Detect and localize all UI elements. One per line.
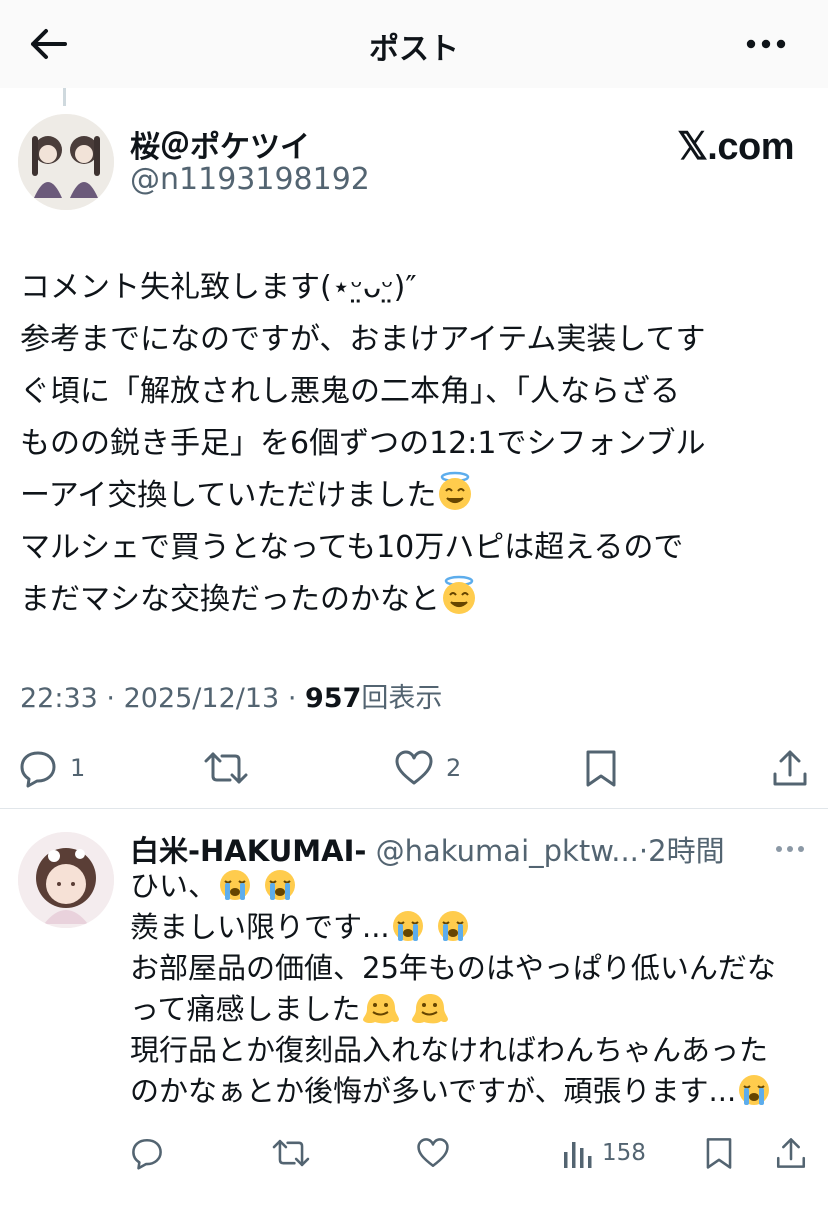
- reply-like-button[interactable]: [416, 1130, 450, 1176]
- reply-views-button[interactable]: 158: [562, 1130, 646, 1176]
- post-text-line: 参考までになのですが、おまけアイテム実装してす: [20, 322, 706, 357]
- reply-share-button[interactable]: [774, 1130, 808, 1176]
- like-count: 2: [446, 754, 462, 782]
- bar-chart-icon: [564, 1142, 592, 1168]
- reply-text-line: ひい、: [130, 869, 218, 903]
- comment-icon: [20, 751, 56, 788]
- post-text-line-wrap: まだマシな交換だったのかなと: [20, 574, 810, 626]
- reply-text-line: のかなぁとか後悔が多いですが、頑張ります...: [130, 1074, 737, 1108]
- post-text-line: マルシェで買うとなっても10万ハピは超えるので: [20, 530, 684, 565]
- reply-reply-button[interactable]: [130, 1130, 164, 1176]
- heart-icon: [395, 750, 433, 785]
- post-text: コメント失礼致します(⋆ᵕ̤ᴗᵕ̤)″ 参考までになのですが、おまけアイテム実装…: [20, 262, 810, 626]
- share-icon: [776, 1138, 806, 1168]
- views-count: 957: [305, 683, 362, 714]
- top-bar: ポスト: [0, 0, 828, 88]
- reply-author-avatar[interactable]: [18, 832, 114, 928]
- views-label: 回表示: [361, 683, 443, 714]
- author-name[interactable]: 桜＠ポケツイ: [130, 122, 310, 166]
- x-brand-logo: 𝕏.com: [677, 126, 794, 168]
- reply-text: ひい、 羨ましい限りです... お部屋品の価値、25年ものはやっぱり低いんだな …: [130, 866, 810, 1112]
- bookmark-icon: [586, 750, 616, 787]
- comment-icon: [132, 1138, 162, 1170]
- post-text-line-wrap: ーアイ交換していただけました: [20, 470, 810, 522]
- heart-icon: [417, 1138, 449, 1168]
- reply-bookmark-button[interactable]: [704, 1130, 734, 1176]
- repost-icon: [204, 752, 248, 784]
- loudly-crying-face-emoji: [220, 870, 251, 900]
- post-text-line: まだマシな交換だったのかなと: [20, 582, 440, 617]
- post-actions: 1 2: [0, 742, 828, 794]
- bookmark-icon: [706, 1138, 732, 1169]
- loudly-crying-face-emoji: [437, 911, 468, 941]
- share-button[interactable]: [770, 742, 810, 794]
- bookmark-button[interactable]: [584, 742, 618, 794]
- post-text-line: コメント失礼致します(⋆ᵕ̤ᴗᵕ̤)″: [20, 270, 417, 305]
- loudly-crying-face-emoji: [392, 911, 423, 941]
- reply-text-line: 羨ましい限りです...: [130, 910, 390, 944]
- reply-repost-button[interactable]: [272, 1130, 310, 1176]
- reply-text-line: お部屋品の価値、25年ものはやっぱり低いんだな: [130, 951, 776, 985]
- post-date[interactable]: 2025/12/13: [124, 683, 280, 714]
- melting-face-emoji: [411, 994, 448, 1024]
- meta-separator: ·: [287, 683, 297, 714]
- post-time[interactable]: 22:33: [20, 683, 98, 714]
- reply-button[interactable]: 1: [18, 742, 85, 794]
- thread-connector-line: [63, 88, 66, 106]
- loudly-crying-face-emoji: [265, 870, 296, 900]
- share-icon: [773, 750, 807, 786]
- post-text-line: ものの鋭き手足」を6個ずつの12:1でシフォンブル: [20, 426, 706, 461]
- more-horizontal-icon: [776, 846, 804, 852]
- reply-text-line-wrap: 羨ましい限りです...: [130, 907, 810, 948]
- repost-button[interactable]: [204, 742, 248, 794]
- reply-more-button[interactable]: [772, 834, 808, 864]
- reply-text-line-wrap: ひい、: [130, 866, 810, 907]
- reply-count: 1: [70, 754, 86, 782]
- post-text-line: ぐ頃に「解放されし悪鬼の二本角」、「人ならざる: [20, 374, 680, 409]
- meta-separator: ·: [638, 834, 649, 868]
- author-handle[interactable]: @n1193198192: [130, 162, 370, 197]
- reply-actions: 158: [0, 1130, 828, 1176]
- reply-header: 白米-HAKUMAI- @hakumai_pktw...·2時間: [130, 828, 750, 870]
- melting-face-emoji: [362, 994, 399, 1024]
- more-horizontal-icon: [746, 39, 786, 49]
- reply-views-count: 158: [602, 1140, 646, 1166]
- page-title: ポスト: [369, 32, 459, 67]
- smiling-face-with-halo-emoji: [439, 471, 472, 510]
- reply-text-line-wrap: のかなぁとか後悔が多いですが、頑張ります...: [130, 1071, 810, 1112]
- reply-author-handle[interactable]: @hakumai_pktw...: [376, 834, 639, 868]
- post-text-line: ーアイ交換していただけました: [20, 478, 437, 513]
- reply-text-line-wrap: って痛感しました: [130, 989, 810, 1030]
- reply-author-name[interactable]: 白米-HAKUMAI-: [130, 834, 366, 868]
- avatar-image: [18, 832, 114, 928]
- divider: [0, 808, 828, 809]
- avatar-image: [18, 114, 114, 210]
- reply-text-line: って痛感しました: [130, 992, 361, 1026]
- loudly-crying-face-emoji: [739, 1075, 770, 1105]
- post-meta: 22:33 · 2025/12/13 · 957回表示: [20, 676, 442, 715]
- like-button[interactable]: 2: [394, 742, 461, 794]
- reply-text-line: 現行品とか復刻品入れなければわんちゃんあった: [130, 1033, 769, 1067]
- repost-icon: [272, 1139, 310, 1167]
- reply-time[interactable]: 2時間: [648, 834, 724, 868]
- more-options-button[interactable]: [738, 24, 794, 64]
- smiling-face-with-halo-emoji: [443, 575, 475, 614]
- author-avatar[interactable]: [18, 114, 114, 210]
- meta-separator: ·: [106, 683, 115, 714]
